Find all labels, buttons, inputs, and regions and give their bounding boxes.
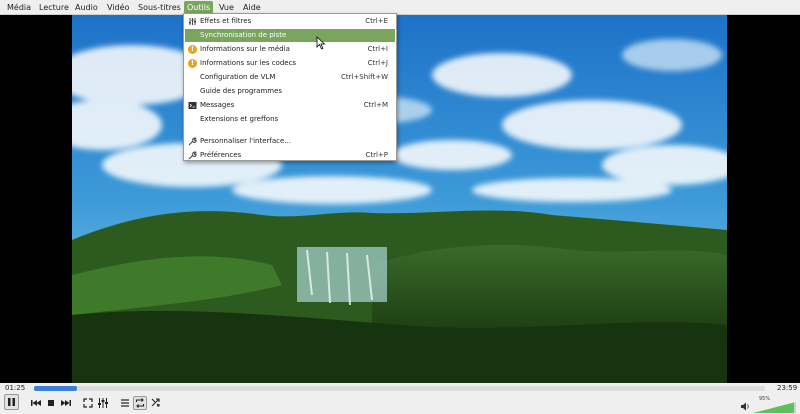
menu-item-customize-interface[interactable]: Personnaliser l'interface... [185,135,395,148]
extended-settings-button[interactable] [96,396,110,410]
menu-item-preferences[interactable]: Préférences Ctrl+P [185,149,395,162]
menu-subtitles[interactable]: Sous-titres [135,1,184,14]
fullscreen-icon [83,398,93,408]
equalizer-icon [188,17,197,26]
menu-item-label: Synchronisation de piste [200,31,287,39]
menu-lecture[interactable]: Lecture [36,1,72,14]
menu-item-label: Informations sur le média [200,45,290,53]
menu-bar: Média Lecture Audio Vidéo Sous-titres Ou… [0,0,800,15]
previous-icon [31,400,41,406]
wrench-icon [188,151,197,160]
playlist-icon [121,399,129,407]
menu-item-codec-info[interactable]: ! Informations sur les codecs Ctrl+J [185,57,395,70]
menu-item-label: Messages [200,101,235,109]
next-icon [61,400,71,406]
menu-item-effects-filters[interactable]: Effets et filtres Ctrl+E [185,15,395,28]
volume-level [753,402,794,413]
stop-icon [48,400,54,406]
menu-video[interactable]: Vidéo [104,1,132,14]
loop-button[interactable] [133,396,147,410]
menu-item-shortcut: Ctrl+E [365,17,388,25]
video-area[interactable] [0,15,800,383]
menu-item-extensions[interactable]: Extensions et greffons [185,113,395,126]
info-icon: ! [188,59,197,68]
menu-item-label: Configuration de VLM [200,73,276,81]
menu-item-messages[interactable]: Messages Ctrl+M [185,99,395,112]
wrench-icon [188,137,197,146]
equalizer-icon [98,398,108,408]
menu-item-shortcut: Ctrl+M [363,101,388,109]
control-bar: 01:25 23:59 95% [0,383,800,414]
fullscreen-button[interactable] [81,396,95,410]
seek-progress [34,386,78,391]
landscape-video-image [72,15,727,383]
loop-icon [135,398,145,408]
shuffle-button[interactable] [149,396,163,410]
menu-item-label: Préférences [200,151,242,159]
menu-item-shortcut: Ctrl+J [367,59,388,67]
menu-item-vlm-config[interactable]: Configuration de VLM Ctrl+Shift+W [185,71,395,84]
volume-icon[interactable] [740,402,750,411]
menu-audio[interactable]: Audio [72,1,101,14]
tools-dropdown-menu: Effets et filtres Ctrl+E Synchronisation… [183,13,397,161]
menu-item-shortcut: Ctrl+Shift+W [340,73,388,81]
menu-item-shortcut: Ctrl+P [365,151,388,159]
menu-item-label: Extensions et greffons [200,115,279,123]
seek-slider[interactable] [34,386,765,391]
previous-button[interactable] [29,396,43,410]
mouse-cursor-icon [316,36,326,50]
total-time: 23:59 [777,384,798,392]
next-button[interactable] [59,396,73,410]
stop-button[interactable] [44,396,58,410]
menu-item-label: Effets et filtres [200,17,252,25]
playlist-button[interactable] [118,396,132,410]
shuffle-icon [151,398,160,407]
menu-item-label: Informations sur les codecs [200,59,297,67]
menu-item-label: Personnaliser l'interface... [200,137,291,145]
volume-slider[interactable] [753,402,796,413]
video-frame [72,15,727,383]
terminal-icon [188,101,197,110]
menu-item-track-sync[interactable]: Synchronisation de piste [185,29,395,42]
menu-item-program-guide[interactable]: Guide des programmes [185,85,395,98]
info-icon: ! [188,45,197,54]
menu-item-label: Guide des programmes [200,87,283,95]
menu-item-media-info[interactable]: ! Informations sur le média Ctrl+I [185,43,395,56]
elapsed-time: 01:25 [5,384,26,392]
pause-button[interactable] [4,394,19,410]
pause-icon [8,398,15,406]
menu-item-shortcut: Ctrl+I [367,45,388,53]
menu-media[interactable]: Média [4,1,34,14]
